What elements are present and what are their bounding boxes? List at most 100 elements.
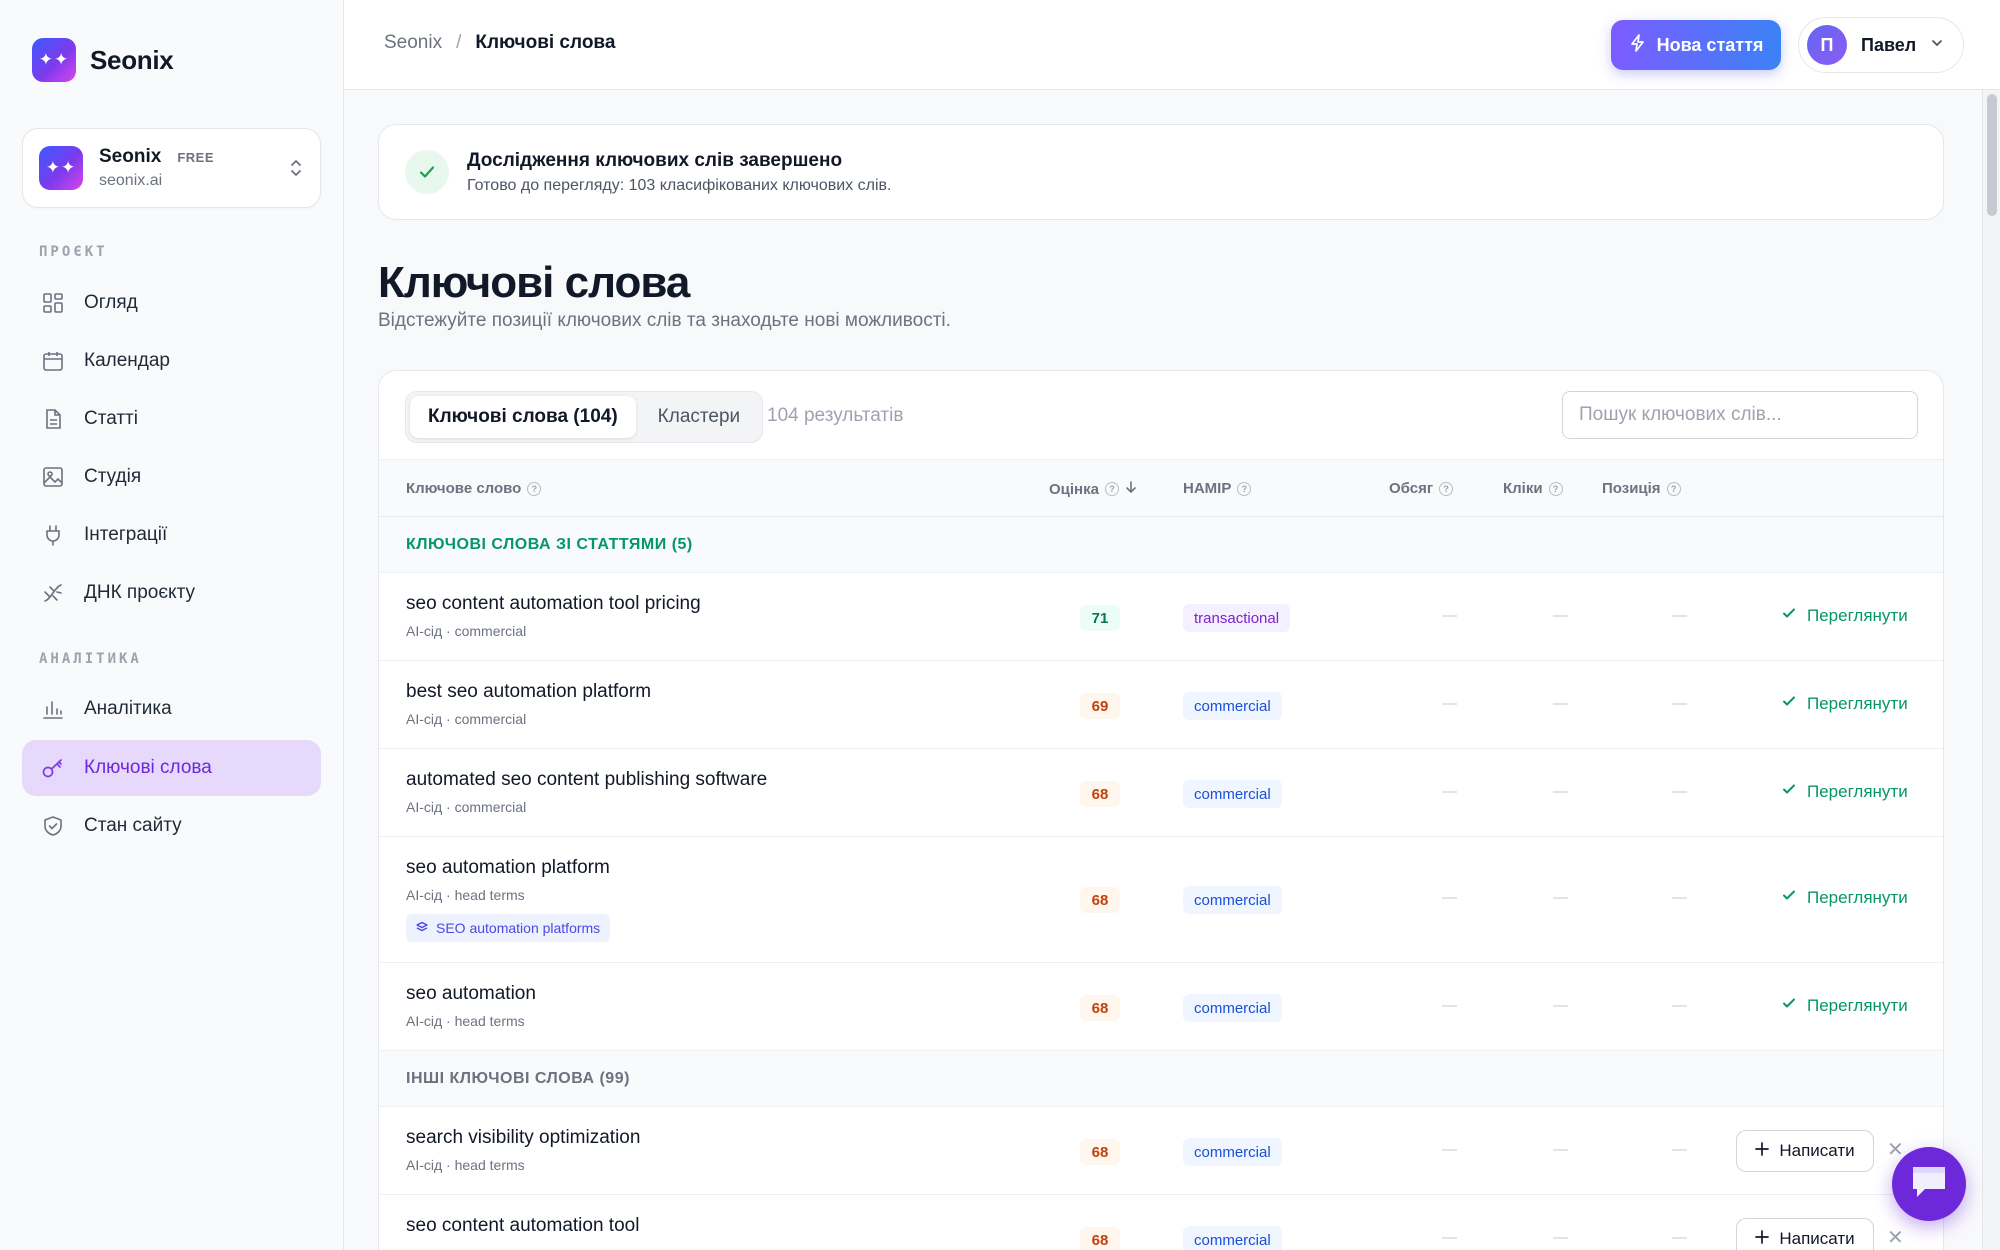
column-header-position[interactable]: Позиція?	[1602, 480, 1681, 497]
project-switcher[interactable]: ✦✦ Seonix FREE seonix.ai	[22, 128, 321, 208]
user-menu[interactable]: П Павел	[1798, 17, 1964, 73]
table-row[interactable]: seo content automation tool 68 commercia…	[379, 1195, 1943, 1250]
intent-badge: commercial	[1183, 1226, 1282, 1250]
brand[interactable]: ✦✦ Seonix	[32, 38, 174, 82]
table-row[interactable]: seo automation platform AI-сід · head te…	[379, 837, 1943, 963]
help-icon[interactable]: ?	[1666, 481, 1681, 496]
sidebar-item-integrations[interactable]: Інтеграції	[22, 507, 321, 563]
tab-clusters[interactable]: Кластери	[640, 396, 758, 438]
column-header-score[interactable]: Оцінка?	[1049, 480, 1137, 498]
sidebar-item-label: Аналітика	[84, 698, 172, 719]
column-header-clicks[interactable]: Кліки?	[1503, 480, 1563, 497]
key-icon	[40, 755, 66, 781]
cluster-tag[interactable]: SEO automation platforms	[406, 914, 611, 942]
breadcrumb-current: Ключові слова	[475, 32, 616, 53]
position-value: —	[1672, 889, 1687, 906]
top-bar: Seonix / Ключові слова Нова стаття П Пав…	[344, 0, 2000, 90]
avatar: П	[1807, 25, 1847, 65]
tab-keywords[interactable]: Ключові слова (104)	[410, 396, 636, 438]
new-article-label: Нова стаття	[1656, 34, 1764, 55]
keyword-text: automated seo content publishing softwar…	[406, 769, 768, 790]
table-row[interactable]: seo automation AI-сід · head terms 68 co…	[379, 963, 1943, 1051]
view-article-link[interactable]: Переглянути	[1781, 693, 1908, 714]
column-header-intent[interactable]: НАМІР?	[1183, 480, 1252, 497]
sidebar-item-label: Огляд	[84, 292, 138, 313]
breadcrumb-root[interactable]: Seonix	[384, 32, 442, 54]
clicks-value: —	[1553, 783, 1568, 800]
check-icon	[1781, 693, 1797, 714]
section-label-project: ПРОЄКТ	[39, 244, 108, 260]
intent-badge: commercial	[1183, 692, 1282, 720]
scrollbar-thumb[interactable]	[1987, 94, 1997, 216]
table-header: Ключове слово? Оцінка? НАМІР? Обсяг? Клі…	[379, 459, 1943, 517]
view-article-link[interactable]: Переглянути	[1781, 605, 1908, 626]
view-article-link[interactable]: Переглянути	[1781, 995, 1908, 1016]
column-header-volume[interactable]: Обсяг?	[1389, 480, 1454, 497]
sidebar-item-keywords[interactable]: Ключові слова	[22, 740, 321, 796]
sidebar-item-project-dna[interactable]: ДНК проєкту	[22, 565, 321, 621]
score-badge: 68	[1080, 995, 1120, 1021]
volume-value: —	[1442, 695, 1457, 712]
check-icon	[1781, 781, 1797, 802]
arrow-down-icon	[1125, 480, 1137, 498]
shield-icon	[40, 813, 66, 839]
help-icon[interactable]: ?	[1104, 482, 1119, 496]
new-article-button[interactable]: Нова стаття	[1611, 20, 1781, 70]
sidebar-item-label: Студія	[84, 466, 142, 487]
volume-value: —	[1442, 1229, 1457, 1246]
dna-icon	[40, 580, 66, 606]
sidebar-item-analytics[interactable]: Аналітика	[22, 681, 321, 737]
write-article-button[interactable]: Написати	[1736, 1130, 1874, 1172]
table-row[interactable]: automated seo content publishing softwar…	[379, 749, 1943, 837]
check-icon	[1781, 887, 1797, 908]
intent-badge: commercial	[1183, 1138, 1282, 1166]
chat-button[interactable]	[1892, 1147, 1966, 1221]
score-badge: 71	[1080, 605, 1120, 631]
score-badge: 69	[1080, 693, 1120, 719]
help-icon[interactable]: ?	[1237, 481, 1252, 496]
sidebar-item-calendar[interactable]: Календар	[22, 333, 321, 389]
help-icon[interactable]: ?	[1548, 481, 1563, 496]
view-article-link[interactable]: Переглянути	[1781, 887, 1908, 908]
view-article-link[interactable]: Переглянути	[1781, 781, 1908, 802]
sidebar-item-studio[interactable]: Студія	[22, 449, 321, 505]
keyword-search-input[interactable]	[1562, 391, 1918, 439]
dismiss-icon[interactable]: ✕	[1887, 1225, 1904, 1250]
clicks-value: —	[1553, 1229, 1568, 1246]
sidebar-item-label: Інтеграції	[84, 524, 168, 545]
research-complete-notice: Дослідження ключових слів завершено Гото…	[378, 124, 1944, 220]
notice-subtitle: Готово до перегляду: 103 класифікованих …	[467, 176, 892, 194]
keyword-meta: AI-сід · head terms	[406, 1157, 525, 1173]
position-value: —	[1672, 695, 1687, 712]
main-content: Дослідження ключових слів завершено Гото…	[344, 90, 1982, 1250]
write-article-button[interactable]: Написати	[1736, 1218, 1874, 1250]
plug-icon	[40, 522, 66, 548]
project-logo-icon: ✦✦	[39, 146, 83, 190]
plus-icon	[1755, 1229, 1770, 1249]
keyword-text: seo content automation tool pricing	[406, 593, 701, 614]
help-icon[interactable]: ?	[1439, 481, 1454, 496]
plan-badge: FREE	[177, 149, 214, 165]
sidebar-item-site-health[interactable]: Стан сайту	[22, 798, 321, 854]
help-icon[interactable]: ?	[527, 481, 542, 496]
sidebar-item-label: Стан сайту	[84, 815, 182, 836]
sidebar-item-overview[interactable]: Огляд	[22, 275, 321, 331]
calendar-icon	[40, 348, 66, 374]
table-row[interactable]: best seo automation platform AI-сід · co…	[379, 661, 1943, 749]
breadcrumb: Seonix / Ключові слова	[384, 32, 615, 54]
group-header-with-articles: КЛЮЧОВІ СЛОВА ЗІ СТАТТЯМИ (5)	[379, 517, 1943, 573]
keyword-meta: AI-сід · commercial	[406, 623, 527, 639]
sidebar-item-articles[interactable]: Статті	[22, 391, 321, 447]
clicks-value: —	[1553, 607, 1568, 624]
table-row[interactable]: search visibility optimization AI-сід · …	[379, 1107, 1943, 1195]
sidebar-item-label: ДНК проєкту	[84, 582, 195, 603]
volume-value: —	[1442, 889, 1457, 906]
scrollbar[interactable]	[1982, 90, 2000, 1250]
table-row[interactable]: seo content automation tool pricing AI-с…	[379, 573, 1943, 661]
page-title: Ключові слова	[378, 258, 690, 307]
column-header-keyword[interactable]: Ключове слово?	[406, 480, 542, 497]
breadcrumb-separator: /	[456, 32, 462, 53]
app-logo-icon: ✦✦	[32, 38, 76, 82]
keyword-text: seo automation	[406, 983, 536, 1004]
keyword-text: best seo automation platform	[406, 681, 652, 702]
